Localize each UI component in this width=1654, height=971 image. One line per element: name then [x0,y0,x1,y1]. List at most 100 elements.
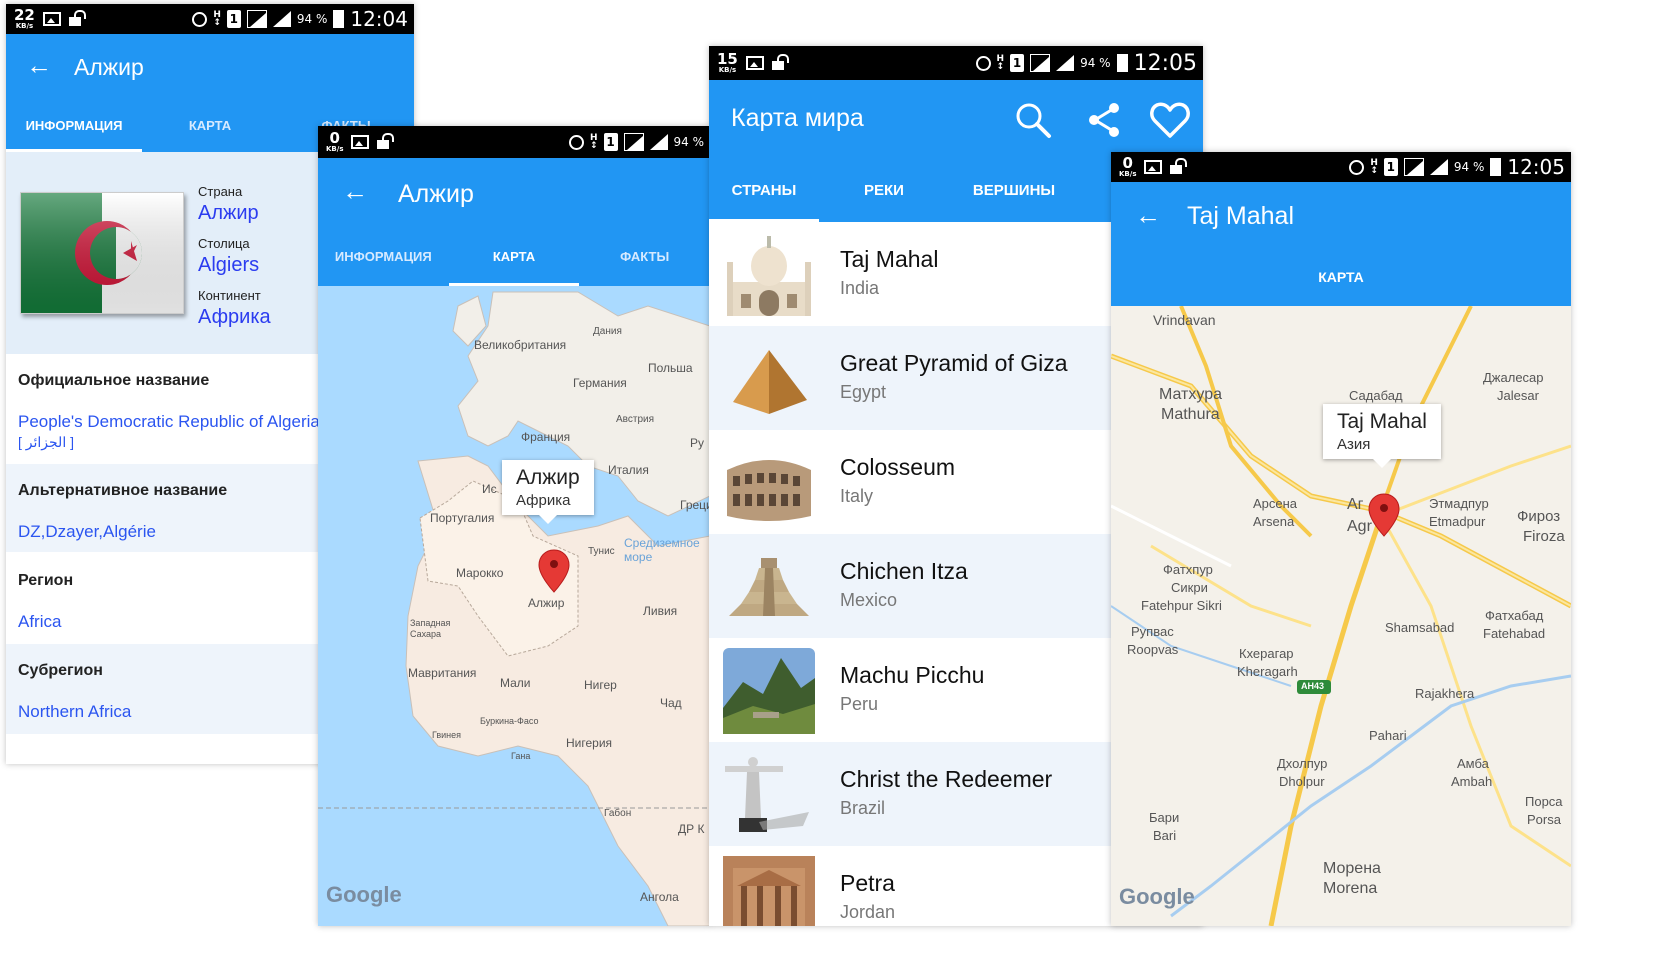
page-title: Алжир [74,54,144,80]
map-callout[interactable]: Taj Mahal Азия [1323,404,1441,468]
section-value: Northern Africa [18,702,132,721]
image-icon [351,134,370,149]
callout-title: Алжир [516,466,580,489]
tab-map[interactable]: КАРТА [1111,248,1571,306]
map-label: Jalesar [1497,388,1539,403]
section-value: DZ,Dzayer,Algérie [18,522,156,541]
map-label: Фатхабад [1485,608,1544,623]
page-title: Алжир [398,180,474,208]
clock: 12:05 [1507,155,1565,179]
landmark-name: Taj Mahal [840,246,939,272]
map-label: Roopvas [1127,642,1179,657]
map-label: Великобритания [474,338,567,352]
landmark-name: Christ the Redeemer [840,766,1053,792]
landmark-name: Machu Picchu [840,662,985,688]
back-arrow-icon[interactable]: ← [1135,202,1161,228]
map-label: Алжир [528,596,565,610]
battery-icon [1490,158,1502,176]
sim-icon: 1 [1010,54,1025,72]
map-label: Джалесар [1483,370,1544,385]
signal-strength-icon [649,134,668,150]
google-logo: Google [1119,884,1195,909]
landmark-country: India [840,278,880,298]
back-arrow-icon[interactable]: ← [26,52,52,78]
map-label: Нигерия [566,736,613,750]
map-label: Буркина-Фасо [480,716,539,726]
heart-icon[interactable] [1149,100,1191,140]
chichen-itza-thumb [729,558,809,616]
signal-icon [246,10,267,28]
network-speed: 22 KB/s [14,6,35,30]
capital-label: Столица [198,236,250,251]
map-label: Германия [573,376,627,390]
map-label: Бари [1149,810,1180,825]
tab-map[interactable]: КАРТА [142,100,278,152]
unlock-icon [771,53,789,70]
map-label: Португалия [430,511,495,525]
share-icon[interactable] [1085,100,1125,140]
back-arrow-icon[interactable]: ← [342,178,368,204]
map-view[interactable]: Vrindavan Матхура Mathura Садабад Джалес… [1111,306,1571,926]
landmark-country: Brazil [840,798,886,818]
landmark-country: Mexico [840,590,898,610]
signal-icon [623,133,644,151]
map-label: Kheragarh [1237,664,1298,679]
signal-icon [1403,158,1424,176]
callout-title: Taj Mahal [1337,410,1427,433]
map-label: Матхура [1159,386,1222,403]
map-label: Mathura [1161,406,1220,423]
section-value: Africa [18,612,62,631]
landmark-name: Chichen Itza [840,558,968,584]
map-label: Арсена [1253,496,1298,511]
app-bar: ← Taj Mahal [1111,182,1571,248]
image-icon [745,55,764,70]
page-title: Taj Mahal [1187,202,1294,230]
alarm-icon [975,55,991,71]
map-label: Амба [1457,756,1489,771]
landmark-name: Great Pyramid of Giza [840,350,1068,376]
app-bar: Карта мира [709,80,1203,160]
map-label: Фатхпур [1163,562,1213,577]
map-label: Польша [648,361,693,375]
map-label: AH43 [1301,681,1325,691]
tab-info[interactable]: ИНФОРМАЦИЯ [318,228,449,286]
map-label: Морена [1323,860,1381,877]
map-pin-icon[interactable] [537,548,571,594]
unlock-icon [377,132,395,149]
map-label: Bari [1153,828,1177,843]
map-label: Ангола [640,890,679,904]
map-view[interactable]: Дания Великобритания Польша Германия Авс… [318,286,710,926]
map-label: Ливия [643,604,678,618]
tab-countries[interactable]: СТРАНЫ [709,160,819,222]
section-value[interactable]: People's Democratic Republic of Algeria [18,412,320,432]
map-label: Греция [680,498,710,512]
landmark-name: Colosseum [840,454,956,480]
tab-rivers[interactable]: РЕКИ [819,160,949,222]
section-value-arabic: [ الجزائر ] [18,434,74,450]
section-heading: Регион [18,572,74,589]
tab-map[interactable]: КАРТА [448,228,580,286]
tab-info[interactable]: ИНФОРМАЦИЯ [6,100,142,152]
map-label: Arsena [1253,514,1295,529]
map-label: Гвинея [432,730,462,740]
map-label: Рупвас [1131,624,1174,639]
map-label: Чад [660,696,682,710]
search-icon[interactable] [1013,100,1053,140]
alarm-icon [192,11,208,27]
landmark-country: Jordan [840,902,896,922]
hplus-icon: H ↕ [1370,157,1378,176]
tab-facts[interactable]: ФАКТЫ [579,228,710,286]
algeria-flag [20,192,184,314]
map-label: Тунис [588,546,615,557]
map-label: Австрия [616,414,655,425]
tab-bar: КАРТА [1111,248,1571,306]
map-pin-icon[interactable] [1367,492,1401,538]
callout-subtitle: Африка [516,492,571,509]
map-label: Ру [690,436,705,450]
map-callout[interactable]: Алжир Африка [502,460,594,524]
map-label: Porsa [1527,812,1561,827]
map-label: Италия [608,463,649,477]
map-label: Западная Сахара [410,618,451,639]
tab-peaks[interactable]: ВЕРШИНЫ [949,160,1079,222]
landmark-country: Italy [840,486,874,506]
